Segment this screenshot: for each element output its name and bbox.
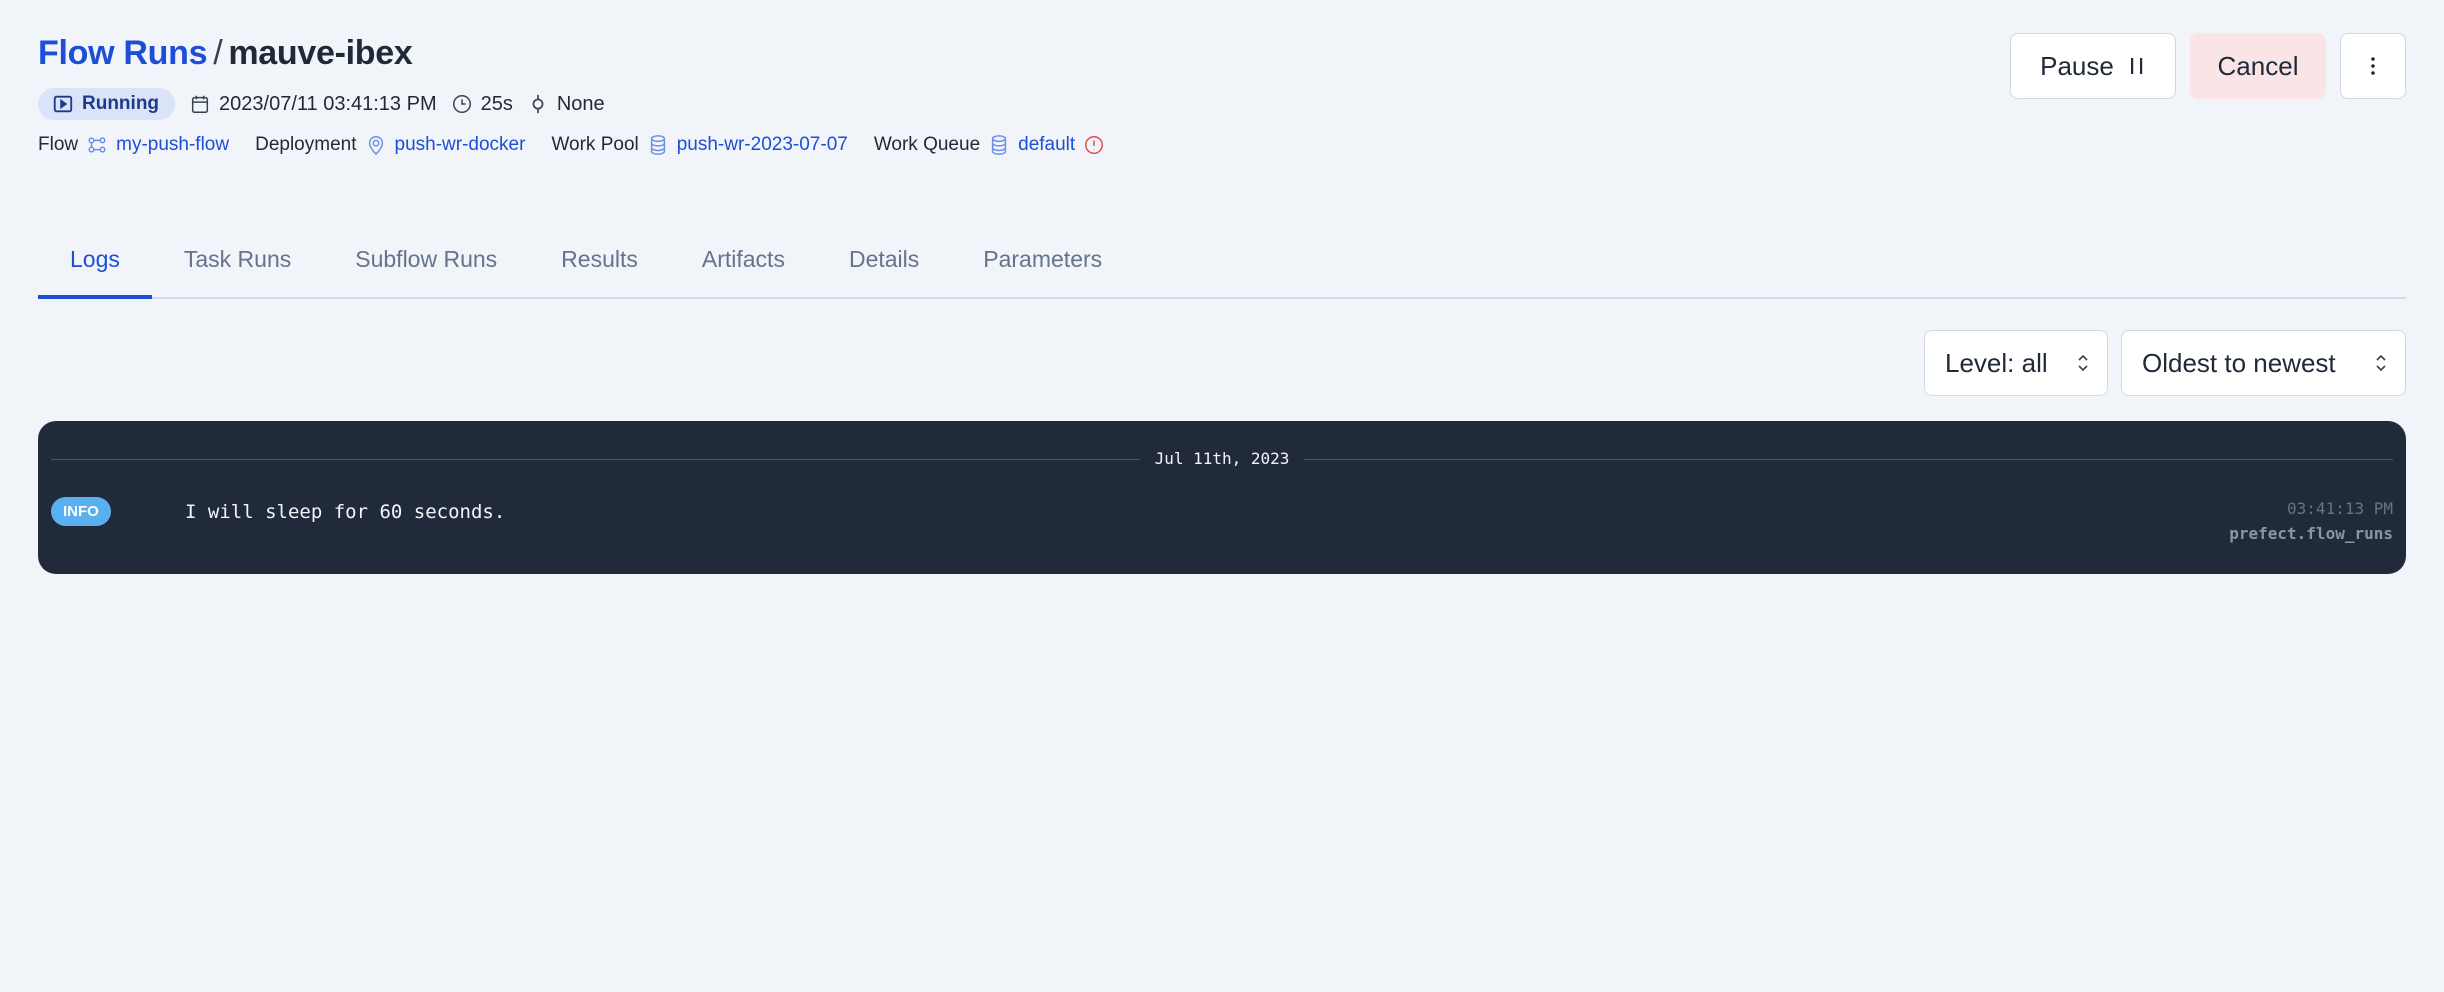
flow-icon: [88, 137, 106, 153]
chevron-up-down-icon: [2078, 354, 2088, 372]
work-queue-link[interactable]: default: [1018, 134, 1075, 156]
flow-label: Flow: [38, 134, 79, 155]
start-time-value: 2023/07/11 03:41:13 PM: [219, 92, 437, 115]
page-header: Flow Runs / mauve-ibex Running 2023/07/11 …: [38, 28, 1131, 160]
level-select-value: Level: all: [1945, 347, 2048, 378]
log-message: I will sleep for 60 seconds.: [185, 501, 506, 523]
work-pool-label: Work Pool: [551, 134, 639, 155]
duration: 25s: [451, 93, 513, 116]
more-options-button[interactable]: [2340, 33, 2406, 99]
relations-row: Flow my-push-flow Deployment push-wr-doc…: [38, 130, 1131, 160]
pause-label: Pause: [2040, 50, 2114, 81]
log-logger-name: prefect.flow_runs: [2229, 524, 2393, 543]
map-pin-icon: [368, 136, 383, 156]
flow-run-name: mauve-ibex: [228, 34, 413, 72]
tags-value: None: [556, 92, 605, 115]
work-pool-relation: Work Pool push-wr-2023-07-07: [551, 134, 847, 156]
warning-icon[interactable]: [1083, 134, 1105, 156]
work-queue-label: Work Queue: [873, 134, 981, 155]
pause-icon: [2130, 58, 2143, 74]
database-icon: [650, 135, 665, 155]
log-level-badge: INFO: [51, 497, 111, 526]
sort-order-value: Oldest to newest: [2142, 347, 2336, 378]
deployment-link[interactable]: push-wr-docker: [395, 134, 526, 156]
level-select[interactable]: Level: all: [1924, 330, 2108, 396]
kebab-menu-icon: [2371, 57, 2375, 75]
logs-panel: Jul 11th, 2023 INFO I will sleep for 60 …: [38, 421, 2406, 574]
tab-subflow-runs[interactable]: Subflow Runs: [323, 222, 529, 297]
tab-task-runs[interactable]: Task Runs: [152, 222, 323, 297]
chevron-up-down-icon: [2376, 354, 2386, 372]
run-meta-row: Running 2023/07/11 03:41:13 PM 25s None: [38, 88, 1131, 120]
cancel-button[interactable]: Cancel: [2190, 33, 2326, 99]
state-badge: Running: [38, 88, 176, 120]
clock-icon: [452, 95, 471, 113]
log-filters: Level: all Oldest to newest: [1924, 330, 2406, 396]
start-time: 2023/07/11 03:41:13 PM: [189, 93, 437, 116]
commit-icon: [532, 94, 544, 114]
tab-details[interactable]: Details: [817, 222, 951, 297]
work-pool-link[interactable]: push-wr-2023-07-07: [677, 134, 848, 156]
sort-order-select[interactable]: Oldest to newest: [2121, 330, 2406, 396]
run-actions: Pause Cancel: [2010, 33, 2406, 99]
database-icon: [991, 135, 1007, 155]
date-divider-label: Jul 11th, 2023: [1140, 447, 1304, 471]
tags: None: [527, 93, 605, 116]
pause-button[interactable]: Pause: [2010, 33, 2176, 99]
deployment-relation: Deployment push-wr-docker: [255, 134, 525, 156]
deployment-label: Deployment: [255, 134, 357, 155]
flow-relation: Flow my-push-flow: [38, 134, 229, 156]
tab-artifacts[interactable]: Artifacts: [670, 222, 817, 297]
page-title: Flow Runs / mauve-ibex: [38, 28, 1131, 78]
tab-results[interactable]: Results: [529, 222, 670, 297]
play-icon: [53, 95, 73, 113]
tab-parameters[interactable]: Parameters: [951, 222, 1134, 297]
state-label: Running: [82, 93, 160, 114]
duration-value: 25s: [480, 92, 513, 115]
log-timestamp: 03:41:13 PM: [2287, 499, 2393, 518]
calendar-icon: [191, 95, 209, 113]
tab-bar: Logs Task Runs Subflow Runs Results Arti…: [38, 222, 2406, 299]
tab-logs[interactable]: Logs: [38, 222, 152, 299]
log-entry: INFO I will sleep for 60 seconds. 03:41:…: [51, 497, 2393, 557]
work-queue-relation: Work Queue default: [874, 134, 1105, 156]
breadcrumb-separator: /: [213, 34, 223, 72]
flow-link[interactable]: my-push-flow: [116, 134, 229, 156]
breadcrumb-flow-runs-link[interactable]: Flow Runs: [38, 34, 207, 72]
